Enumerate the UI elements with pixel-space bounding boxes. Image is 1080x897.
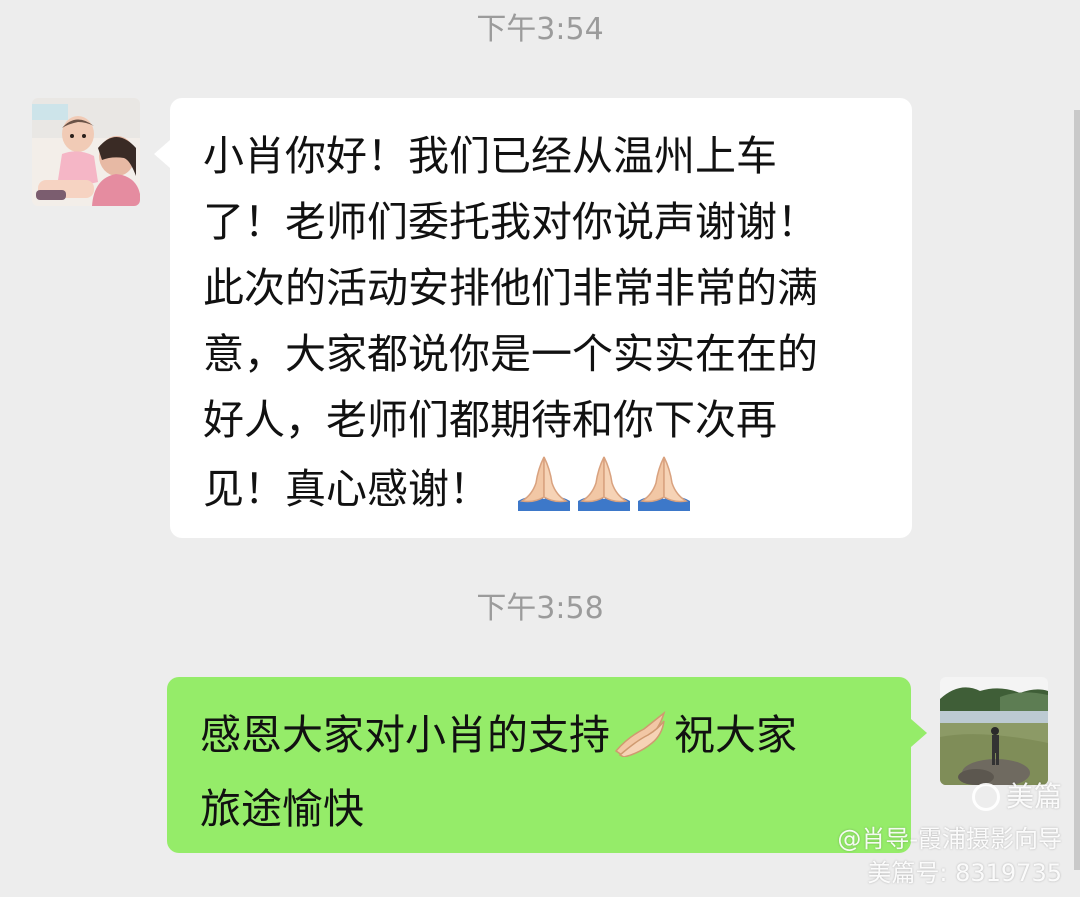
message-timestamp: 下午3:58 <box>476 591 604 626</box>
message-line-last: 见！真心感谢！ <box>203 453 884 530</box>
message-line: 小肖你好！我们已经从温州上车 <box>203 132 777 180</box>
message-line: 意，大家都说你是一个实实在在的 <box>203 330 818 378</box>
contact-avatar[interactable] <box>32 98 140 206</box>
watermark-id: 美篇号: 8319735 <box>867 859 1062 887</box>
message-line: 旅途愉快 <box>200 785 364 833</box>
watermark-author: @肖导-霞浦摄影向导 <box>837 825 1062 853</box>
message-line: 此次的活动安排他们非常非常的满 <box>203 264 818 312</box>
avatar-photo <box>940 677 1048 785</box>
message-line-first: 感恩大家对小肖的支持 祝大家 <box>200 702 883 776</box>
message-timestamp: 下午3:54 <box>476 12 604 47</box>
camera-icon <box>971 783 1000 811</box>
watermark-logo-text: 美篇 <box>1005 780 1062 813</box>
watermark-logo: 美篇 <box>971 780 1062 813</box>
folded-hands-icon <box>574 453 634 530</box>
folded-hands-icon <box>614 710 666 776</box>
scrollbar[interactable] <box>1074 110 1080 870</box>
message-line: 了！老师们委托我对你说声谢谢！ <box>203 198 818 246</box>
folded-hands-icon <box>514 453 574 530</box>
message-line: 祝大家 <box>674 711 797 759</box>
message-line: 见！真心感谢！ <box>203 465 490 513</box>
chat-window: 下午3:54 小肖你好！我们已经从温州上车 了！老师们委托我对你说声谢谢！ 此次… <box>0 0 1080 897</box>
avatar-photo <box>32 98 140 206</box>
message-line: 感恩大家对小肖的支持 <box>200 711 610 759</box>
outgoing-message-bubble[interactable]: 感恩大家对小肖的支持 祝大家 旅途愉快 <box>167 677 927 853</box>
folded-hands-icon <box>634 453 694 530</box>
incoming-message-bubble[interactable]: 小肖你好！我们已经从温州上车 了！老师们委托我对你说声谢谢！ 此次的活动安排他们… <box>154 98 912 538</box>
message-line: 好人，老师们都期待和你下次再 <box>203 396 777 444</box>
my-avatar[interactable] <box>940 677 1048 785</box>
